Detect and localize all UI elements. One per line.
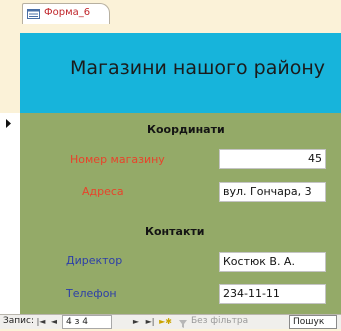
director-label: Директор	[66, 254, 123, 267]
store-number-field[interactable]: 45	[219, 149, 326, 169]
record-navigation-bar: Запис: |◄ ◄ 4 з 4 ► ►| ►✱ Без фільтра По…	[0, 314, 341, 329]
filter-status[interactable]: Без фільтра	[191, 315, 248, 329]
tab-strip: Форма_6	[0, 0, 341, 24]
form-icon	[27, 9, 40, 19]
phone-label: Телефон	[66, 287, 117, 300]
search-input[interactable]: Пошук	[289, 315, 337, 329]
record-selector[interactable]	[0, 113, 20, 134]
form-header: Магазини нашого району	[20, 33, 341, 113]
form-body: Магазини нашого району Координати Номер …	[0, 24, 341, 314]
current-record-arrow-icon	[6, 119, 11, 128]
new-record-button[interactable]: ►✱	[159, 315, 172, 329]
last-record-button[interactable]: ►|	[145, 315, 155, 329]
tab-title: Форма_6	[44, 7, 91, 18]
director-field[interactable]: Костюк В. А.	[219, 252, 326, 272]
section-heading-coordinates: Координати	[147, 123, 225, 136]
tab-forma-6[interactable]: Форма_6	[22, 3, 110, 24]
section-heading-contacts: Контакти	[145, 225, 205, 238]
form-title: Магазини нашого району	[70, 57, 325, 79]
store-number-label: Номер магазину	[70, 153, 165, 166]
record-selector-column	[0, 113, 20, 314]
address-field[interactable]: вул. Гончара, 3	[219, 182, 326, 202]
first-record-button[interactable]: |◄	[36, 315, 46, 329]
current-record-field[interactable]: 4 з 4	[62, 315, 112, 329]
form-detail: Координати Номер магазину 45 Адреса вул.…	[20, 113, 341, 314]
next-record-button[interactable]: ►	[131, 315, 141, 329]
phone-field[interactable]: 234-11-11	[219, 284, 326, 304]
record-label: Запис:	[3, 316, 34, 326]
address-label: Адреса	[82, 185, 124, 198]
previous-record-button[interactable]: ◄	[49, 315, 59, 329]
